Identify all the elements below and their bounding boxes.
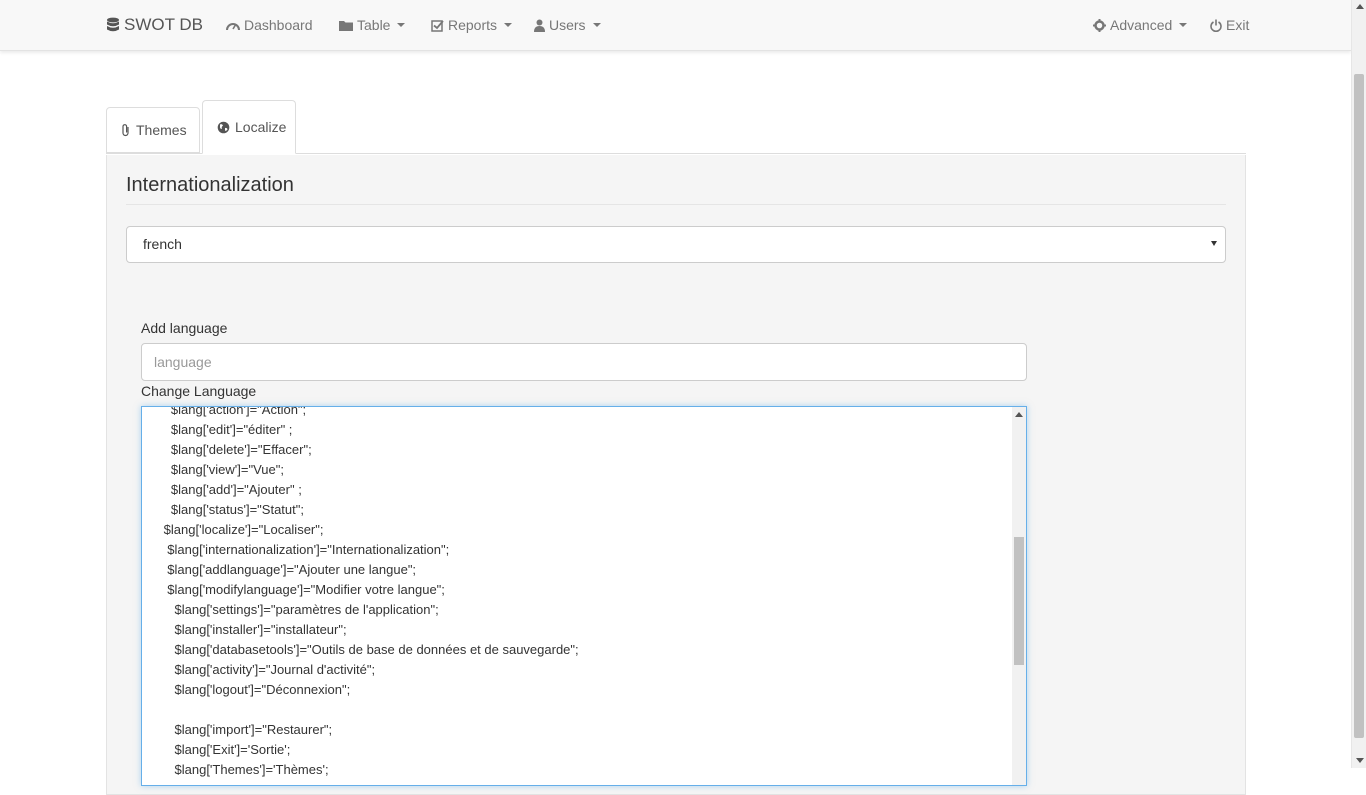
chevron-down-icon	[397, 23, 406, 27]
title-divider	[126, 204, 1226, 205]
editor-scroll-up-icon[interactable]	[1015, 412, 1023, 417]
language-select[interactable]: french	[126, 226, 1226, 263]
chevron-down-icon	[504, 23, 513, 27]
nav-table[interactable]: Table	[339, 0, 406, 50]
code-line: $lang['Exit']='Sortie';	[142, 742, 291, 757]
check-square-icon	[431, 19, 444, 32]
code-line: $lang['action']="Action";	[142, 406, 307, 417]
gear-icon	[1093, 18, 1106, 32]
globe-icon	[217, 121, 230, 134]
tab-themes[interactable]: Themes	[106, 107, 200, 153]
user-icon	[534, 19, 545, 32]
editor-scrollbar[interactable]	[1012, 407, 1026, 785]
database-icon	[106, 17, 120, 33]
scroll-up-arrow-icon[interactable]	[1356, 4, 1364, 9]
code-line: $lang['internationalization']="Internati…	[142, 542, 450, 557]
code-line: $lang['installer']="installateur";	[142, 622, 347, 637]
nav-exit[interactable]: Exit	[1210, 0, 1249, 50]
paperclip-icon	[121, 123, 131, 137]
editor-content: $lang['action']="Action"; $lang['edit']=…	[142, 406, 1012, 780]
power-icon	[1210, 19, 1222, 32]
nav-advanced-label: Advanced	[1110, 17, 1173, 33]
nav-reports[interactable]: Reports	[431, 0, 513, 50]
scroll-down-arrow-icon[interactable]	[1356, 758, 1364, 763]
code-line: $lang['modifylanguage']="Modifier votre …	[142, 582, 445, 597]
nav-dashboard[interactable]: Dashboard	[226, 0, 313, 50]
nav-dashboard-label: Dashboard	[244, 17, 313, 33]
nav-advanced[interactable]: Advanced	[1093, 0, 1188, 50]
chevron-down-icon	[1211, 241, 1217, 246]
tab-localize[interactable]: Localize	[202, 100, 296, 154]
editor-scroll-thumb[interactable]	[1014, 537, 1024, 665]
language-select-value: french	[143, 236, 182, 252]
change-language-label: Change Language	[141, 383, 257, 399]
nav-users-label: Users	[549, 17, 586, 33]
dashboard-icon	[226, 19, 240, 31]
panel-title: Internationalization	[126, 174, 294, 196]
top-navbar: SWOT DB Dashboard Table Reports Users Ad…	[0, 0, 1351, 51]
tab-themes-label: Themes	[136, 122, 187, 138]
add-language-label: Add language	[141, 320, 228, 336]
code-line: $lang['status']="Statut";	[142, 502, 304, 517]
chevron-down-icon	[1179, 23, 1188, 27]
code-line: $lang['delete']="Effacer";	[142, 442, 312, 457]
brand[interactable]: SWOT DB	[106, 0, 203, 50]
code-line: $lang['logout']="Déconnexion";	[142, 682, 351, 697]
code-line: $lang['activity']="Journal d'activité";	[142, 662, 376, 677]
code-line: $lang['view']="Vue";	[142, 462, 284, 477]
code-line: $lang['Themes']='Thèmes';	[142, 762, 329, 777]
tab-localize-label: Localize	[235, 119, 287, 135]
page-scrollbar[interactable]	[1351, 0, 1366, 768]
code-line: $lang['edit']="éditer" ;	[142, 422, 293, 437]
nav-users[interactable]: Users	[534, 0, 601, 50]
brand-label: SWOT DB	[124, 15, 204, 34]
folder-icon	[339, 19, 353, 31]
language-editor-textarea[interactable]: $lang['action']="Action"; $lang['edit']=…	[141, 406, 1027, 786]
add-language-input[interactable]	[141, 343, 1027, 381]
code-line: $lang['addlanguage']="Ajouter une langue…	[142, 562, 417, 577]
code-line: $lang['import']="Restaurer";	[142, 722, 333, 737]
nav-reports-label: Reports	[448, 17, 498, 33]
code-line: $lang['add']="Ajouter" ;	[142, 482, 302, 497]
nav-exit-label: Exit	[1226, 17, 1250, 33]
page-scroll-thumb[interactable]	[1354, 74, 1364, 738]
code-line: $lang['settings']="paramètres de l'appli…	[142, 602, 439, 617]
code-line: $lang['localize']="Localiser";	[142, 522, 324, 537]
chevron-down-icon	[592, 23, 601, 27]
code-line: $lang['databasetools']="Outils de base d…	[142, 642, 579, 657]
nav-table-label: Table	[357, 17, 391, 33]
